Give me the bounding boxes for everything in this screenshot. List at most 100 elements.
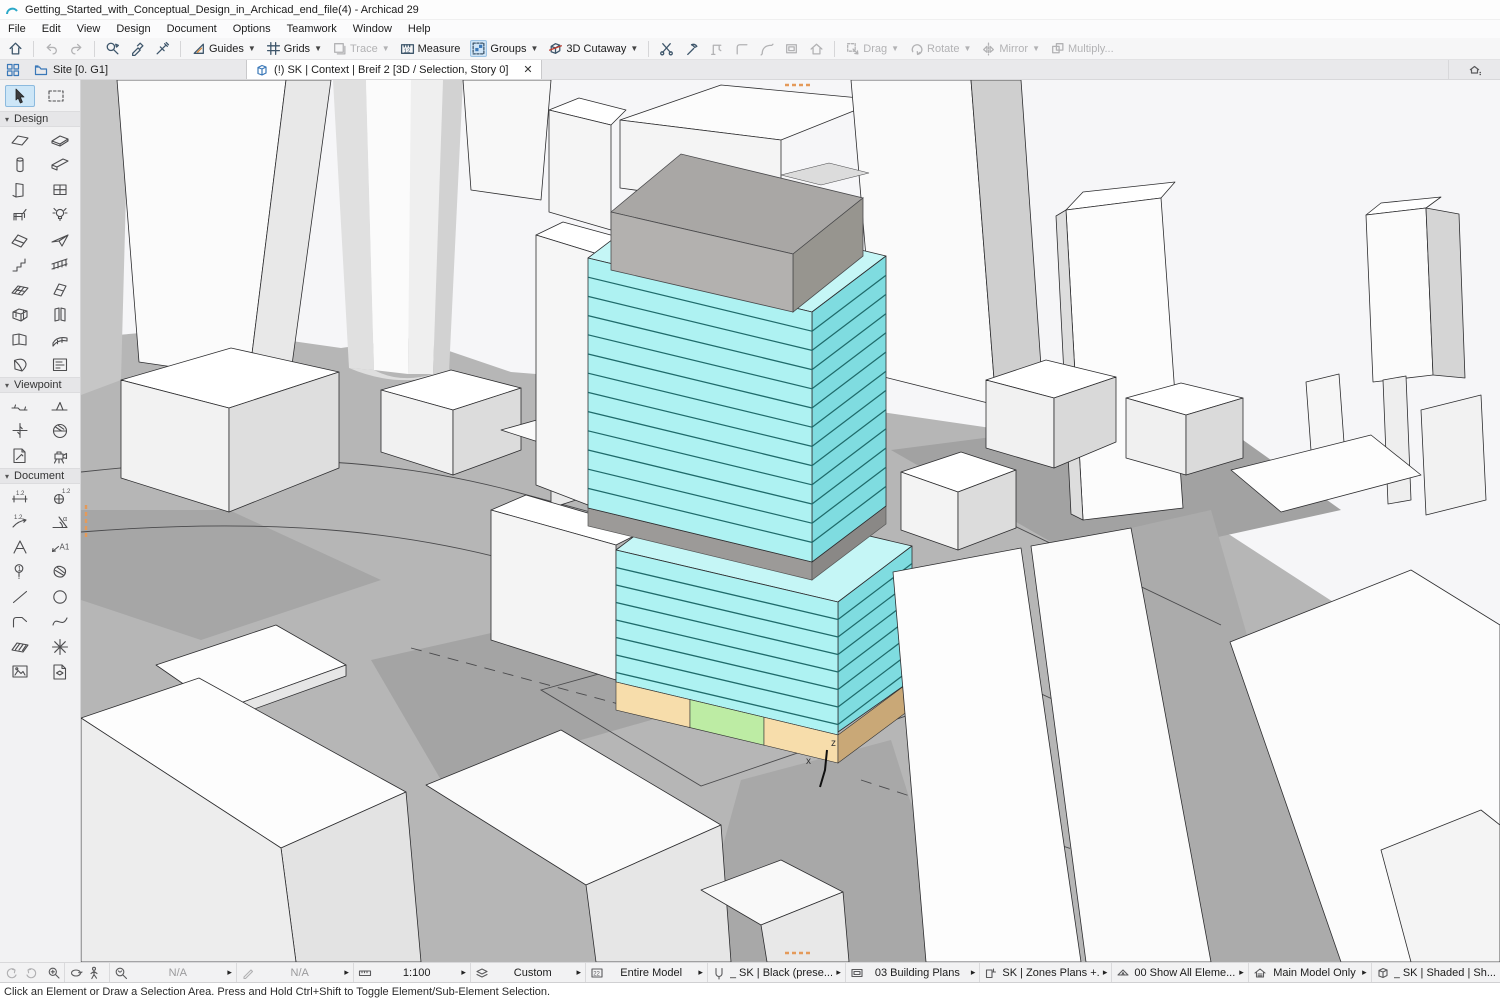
tool-wall[interactable] — [0, 127, 40, 152]
tab-site[interactable]: Site [0. G1] — [26, 60, 116, 79]
menu-design[interactable]: Design — [108, 20, 158, 38]
menu-view[interactable]: View — [69, 20, 109, 38]
trace-button[interactable]: Trace▼ — [328, 39, 394, 58]
pen-set-field[interactable]: _ SK | Black (prese...▸ — [707, 963, 845, 982]
pickup-parameters-button[interactable] — [126, 39, 149, 58]
section-viewpoint[interactable]: ▾Viewpoint — [0, 377, 80, 393]
scale-field[interactable]: 1:100▸ — [353, 963, 470, 982]
tool-line[interactable] — [0, 584, 40, 609]
tool-morph[interactable] — [0, 352, 40, 377]
home-button[interactable] — [4, 39, 27, 58]
tool-angle-dimension[interactable]: α — [40, 509, 80, 534]
rotate-button[interactable]: Rotate▼ — [905, 39, 975, 58]
tool-door[interactable] — [0, 177, 40, 202]
tool-curtain-wall[interactable] — [0, 277, 40, 302]
menu-help[interactable]: Help — [400, 20, 439, 38]
tool-window[interactable] — [40, 177, 80, 202]
tool-zone[interactable] — [40, 352, 80, 377]
crane-button[interactable] — [705, 39, 728, 58]
tab-3d-context[interactable]: (!) SK | Context | Breif 2 [3D / Selecti… — [246, 60, 542, 79]
model-view-options-field[interactable]: 03 Building Plans▸ — [845, 963, 980, 982]
tool-shell[interactable] — [40, 227, 80, 252]
drag-button[interactable]: Drag▼ — [841, 39, 903, 58]
tool-text[interactable] — [0, 534, 40, 559]
tool-lamp[interactable] — [40, 202, 80, 227]
view-style-field[interactable]: _ SK | Shaded | Sh... — [1371, 963, 1500, 982]
menu-edit[interactable]: Edit — [34, 20, 69, 38]
tool-mesh[interactable] — [40, 327, 80, 352]
tool-spline[interactable] — [40, 609, 80, 634]
menu-file[interactable]: File — [0, 20, 34, 38]
tool-drawing[interactable] — [40, 659, 80, 684]
house-tool-button[interactable] — [805, 39, 828, 58]
walk-icon[interactable] — [87, 966, 101, 980]
tool-grid-element[interactable] — [0, 302, 40, 327]
tool-figure[interactable] — [0, 659, 40, 684]
menu-window[interactable]: Window — [345, 20, 400, 38]
tool-interior-elevation[interactable] — [0, 418, 40, 443]
menu-options[interactable]: Options — [225, 20, 279, 38]
tool-beam[interactable] — [40, 152, 80, 177]
tool-opening[interactable] — [40, 302, 80, 327]
grids-button[interactable]: Grids▼ — [262, 39, 326, 58]
tool-marker[interactable]: 1 — [0, 559, 40, 584]
arrow-select-tool[interactable] — [5, 85, 35, 107]
tool-roof[interactable] — [0, 227, 40, 252]
zoom-field[interactable]: N/A▸ — [109, 963, 236, 982]
groups-button[interactable]: Groups▼ — [466, 39, 542, 58]
redo-button[interactable] — [65, 39, 88, 58]
guides-button[interactable]: Guides▼ — [187, 39, 260, 58]
structure-display-field[interactable]: 22 Entire Model▸ — [585, 963, 707, 982]
tool-polyline[interactable] — [0, 609, 40, 634]
split-button[interactable] — [655, 39, 678, 58]
tool-elevation[interactable] — [40, 393, 80, 418]
menu-document[interactable]: Document — [159, 20, 225, 38]
tool-object[interactable] — [0, 202, 40, 227]
frame-button[interactable] — [780, 39, 803, 58]
viewport-3d[interactable]: x z — [81, 80, 1500, 962]
tool-skylight[interactable] — [40, 277, 80, 302]
corner-button[interactable] — [730, 39, 753, 58]
view-back-button[interactable] — [0, 963, 21, 982]
tool-section[interactable] — [0, 393, 40, 418]
tool-radial-dimension[interactable]: 1.2 — [0, 509, 40, 534]
view-forward-button[interactable] — [21, 963, 42, 982]
secondary-field[interactable]: N/A▸ — [236, 963, 353, 982]
tool-slab[interactable] — [40, 127, 80, 152]
quick-options-button[interactable] — [0, 60, 26, 79]
cutaway-button[interactable]: 3D Cutaway▼ — [544, 39, 642, 58]
tool-column[interactable] — [0, 152, 40, 177]
tool-camera[interactable] — [40, 443, 80, 468]
mirror-button[interactable]: Mirror▼ — [977, 39, 1044, 58]
menu-teamwork[interactable]: Teamwork — [279, 20, 345, 38]
undo-button[interactable] — [40, 39, 63, 58]
tool-label[interactable]: A1 — [40, 534, 80, 559]
measure-button[interactable]: 12Measure — [396, 39, 465, 58]
tool-fill[interactable] — [40, 559, 80, 584]
tool-circle[interactable] — [40, 584, 80, 609]
graphic-override-field[interactable]: SK | Zones Plans +...▸ — [979, 963, 1111, 982]
tool-linear-dimension[interactable]: 1.2 — [0, 484, 40, 509]
tool-stair[interactable] — [0, 252, 40, 277]
tool-hotspot[interactable] — [40, 634, 80, 659]
tool-level-dimension[interactable]: 1.2 — [40, 484, 80, 509]
renovation-filter-field[interactable]: 00 Show All Eleme...▸ — [1111, 963, 1247, 982]
zoom-in-button[interactable] — [43, 963, 64, 982]
layer-field[interactable]: Custom▸ — [470, 963, 585, 982]
adjust-button[interactable] — [680, 39, 703, 58]
close-tab-icon[interactable]: ✕ — [523, 63, 532, 76]
fillet-button[interactable] — [755, 39, 778, 58]
tab-overview-button[interactable] — [1448, 60, 1500, 79]
partial-structure-field[interactable]: Main Model Only▸ — [1248, 963, 1371, 982]
tool-hatch[interactable] — [0, 634, 40, 659]
orbit-icon[interactable] — [69, 966, 83, 980]
multiply-button[interactable]: Multiply... — [1046, 39, 1118, 58]
section-document[interactable]: ▾Document — [0, 468, 80, 484]
inject-parameters-button[interactable] — [151, 39, 174, 58]
tool-detail[interactable] — [0, 443, 40, 468]
tool-worksheet[interactable] — [40, 418, 80, 443]
section-design[interactable]: ▾Design — [0, 111, 80, 127]
tool-railing[interactable] — [40, 252, 80, 277]
tool-panel[interactable] — [0, 327, 40, 352]
marquee-tool[interactable] — [41, 85, 71, 107]
